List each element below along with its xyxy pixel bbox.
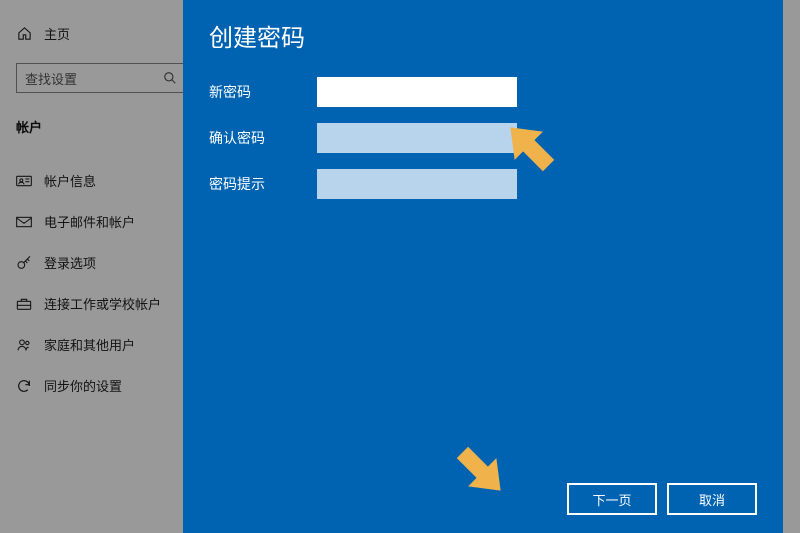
dialog-title: 创建密码 [209, 18, 757, 53]
create-password-dialog: 创建密码 新密码 确认密码 密码提示 下一页 取消 [183, 0, 783, 533]
cancel-button[interactable]: 取消 [667, 483, 757, 515]
next-button-label: 下一页 [592, 490, 631, 509]
confirm-password-input[interactable] [317, 123, 517, 153]
password-hint-input[interactable] [317, 169, 517, 199]
confirm-password-label: 确认密码 [209, 128, 317, 148]
password-hint-label: 密码提示 [209, 174, 317, 194]
dialog-footer: 下一页 取消 [209, 483, 757, 519]
settings-window: 主页 查找设置 帐户 帐户信息 电子邮件和帐户 登录选项 [0, 0, 800, 533]
new-password-label: 新密码 [209, 82, 317, 102]
next-button[interactable]: 下一页 [567, 483, 657, 515]
new-password-input[interactable] [317, 77, 517, 107]
field-row-password-hint: 密码提示 [209, 169, 757, 199]
field-row-confirm-password: 确认密码 [209, 123, 757, 153]
field-row-new-password: 新密码 [209, 77, 757, 107]
cancel-button-label: 取消 [699, 490, 725, 509]
